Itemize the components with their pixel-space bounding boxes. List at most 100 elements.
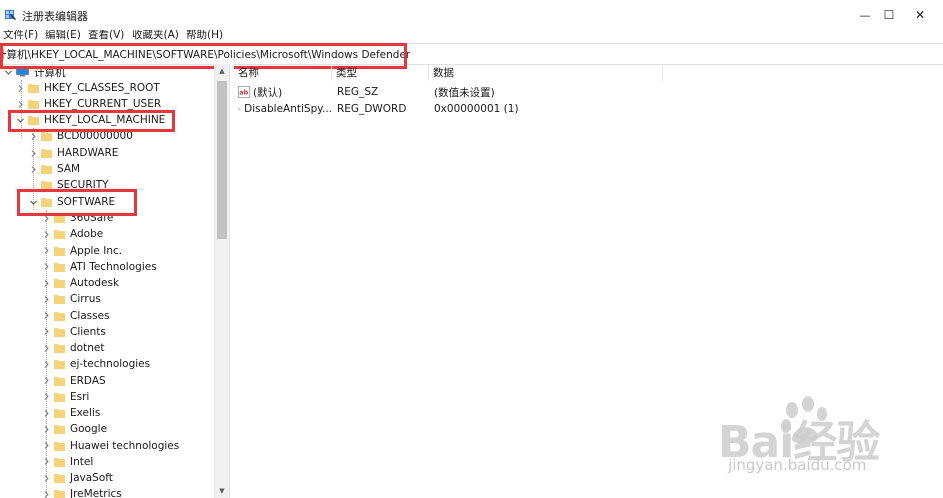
close-icon: ✕ <box>914 8 926 22</box>
value-row-disableantispyware[interactable]: 011 110 DisableAntiSpy... REG_DWORD 0x000… <box>234 101 664 117</box>
chevron-right-icon[interactable] <box>42 344 51 353</box>
scrollbar-thumb[interactable] <box>217 81 227 239</box>
maximize-icon: ☐ <box>883 8 895 22</box>
tree-item-label: Google <box>70 423 108 436</box>
chevron-right-icon[interactable] <box>42 311 51 320</box>
value-data: (数值未设置) <box>434 86 495 99</box>
tree-item-label: Esri <box>70 390 90 403</box>
chevron-right-icon[interactable] <box>42 474 51 483</box>
tree-item-software-child[interactable]: JreMetrics <box>42 486 122 498</box>
tree-item-software-child[interactable]: Apple Inc. <box>42 243 122 259</box>
chevron-right-icon[interactable] <box>42 246 51 255</box>
chevron-right-icon[interactable] <box>42 457 51 466</box>
tree-item-software-child[interactable]: Classes <box>42 308 110 324</box>
value-data: 0x00000001 (1) <box>434 103 519 115</box>
chevron-right-icon[interactable] <box>29 132 38 141</box>
tree-item-label: Adobe <box>70 228 104 241</box>
value-data-cell: 0x00000001 (1) <box>434 101 664 117</box>
column-header-type[interactable]: 类型 <box>332 64 429 81</box>
tree-item-label: Autodesk <box>70 277 120 289</box>
tree-item-software-child[interactable]: JavaSoft <box>42 470 113 486</box>
tree-item-software-child[interactable]: Google <box>42 421 107 437</box>
tree-item-software-child[interactable]: ATI Technologies <box>42 259 157 275</box>
value-row-default[interactable]: ab (默认) REG_SZ (数值未设置) <box>234 84 664 100</box>
tree-item-software-child[interactable]: Exelis <box>42 405 100 421</box>
scroll-down-arrow-icon[interactable]: ▼ <box>215 484 229 498</box>
scroll-up-arrow-icon[interactable]: ▲ <box>215 64 229 78</box>
chevron-right-icon[interactable] <box>42 327 51 336</box>
folder-icon <box>41 132 52 141</box>
tree-item-software-child[interactable]: Cirrus <box>42 291 101 307</box>
menu-edit[interactable]: 编辑(E) <box>45 30 81 42</box>
tree-item-label: HKEY_CLASSES_ROOT <box>44 82 160 94</box>
chevron-right-icon[interactable] <box>42 441 51 450</box>
chevron-right-icon[interactable] <box>16 100 25 109</box>
tree-item-label: ej-technologies <box>70 358 151 371</box>
chevron-right-icon[interactable] <box>42 279 51 288</box>
tree-item-label: dotnet <box>70 342 105 354</box>
chevron-right-icon[interactable] <box>29 165 38 174</box>
tree-item-software-child[interactable]: Huawei technologies <box>42 438 179 454</box>
chevron-right-icon[interactable] <box>16 84 25 93</box>
tree-item-label: Cirrus <box>70 293 101 306</box>
tree-item-software-child[interactable]: Clients <box>42 324 106 340</box>
chevron-right-icon[interactable] <box>42 262 51 271</box>
folder-icon <box>41 149 52 158</box>
tree-item-hkey-classes-root[interactable]: HKEY_CLASSES_ROOT <box>16 80 160 96</box>
chevron-right-icon[interactable] <box>42 360 51 369</box>
chevron-right-icon[interactable] <box>29 149 38 158</box>
tree-item-sam[interactable]: SAM <box>29 161 80 177</box>
close-button[interactable]: ✕ <box>897 0 943 30</box>
tree-item-software-child[interactable]: Adobe <box>42 226 103 242</box>
value-name: DisableAntiSpy... <box>244 103 332 115</box>
chevron-right-icon[interactable] <box>42 409 51 418</box>
chevron-right-icon[interactable] <box>42 490 51 498</box>
tree-item-label: ATI Technologies <box>70 260 157 273</box>
chevron-right-icon[interactable] <box>42 295 51 304</box>
folder-icon <box>28 84 39 93</box>
folder-icon <box>54 392 65 402</box>
tree-item-software-child[interactable]: ERDAS <box>42 373 106 389</box>
menu-favorites[interactable]: 收藏夹(A) <box>132 30 179 42</box>
column-header-label: 数据 <box>433 67 454 79</box>
folder-icon <box>54 425 65 435</box>
column-header-label: 名称 <box>238 67 259 79</box>
chevron-right-icon[interactable] <box>42 376 51 385</box>
folder-icon <box>54 344 65 353</box>
value-type-cell: REG_DWORD <box>337 101 429 117</box>
folder-icon <box>28 100 39 109</box>
tree-scrollbar[interactable]: ▲ ▼ <box>214 64 229 498</box>
window-title: 注册表编辑器 <box>22 10 88 23</box>
value-name-cell: 011 110 DisableAntiSpy... <box>238 101 332 117</box>
tree-item-label: Apple Inc. <box>70 244 123 257</box>
menu-view[interactable]: 查看(V) <box>88 30 124 42</box>
tree-item-software-child[interactable]: Intel <box>42 454 93 470</box>
chevron-right-icon[interactable] <box>42 230 51 239</box>
tree-item-software-child[interactable]: dotnet <box>42 340 104 356</box>
folder-icon <box>54 230 65 240</box>
folder-icon <box>54 360 65 370</box>
folder-icon <box>54 441 65 451</box>
title-bar[interactable]: 注册表编辑器 — ☐ ✕ <box>0 0 943 30</box>
menu-help[interactable]: 帮助(H) <box>186 30 223 42</box>
tree-item-software-child[interactable]: ej-technologies <box>42 356 150 372</box>
folder-icon <box>54 262 65 272</box>
tree-item-label: Exelis <box>70 407 101 419</box>
folder-icon <box>54 474 65 483</box>
folder-icon <box>54 311 65 321</box>
tree-item-software-child[interactable]: Esri <box>42 389 89 405</box>
tree-item-label: JavaSoft <box>70 472 113 484</box>
software-highlight-box <box>17 189 137 216</box>
folder-icon <box>41 165 52 174</box>
folder-icon <box>54 327 65 337</box>
chevron-right-icon[interactable] <box>42 392 51 401</box>
column-header-name[interactable]: 名称 <box>234 64 332 81</box>
menu-file[interactable]: 文件(F) <box>3 30 38 42</box>
tree-item-label: SAM <box>57 163 81 175</box>
svg-text:ab: ab <box>239 89 248 97</box>
value-type: REG_DWORD <box>337 103 407 115</box>
tree-item-software-child[interactable]: Autodesk <box>42 275 119 291</box>
chevron-right-icon[interactable] <box>42 425 51 434</box>
tree-item-hardware[interactable]: HARDWARE <box>29 145 118 161</box>
column-header-data[interactable]: 数据 <box>429 64 663 81</box>
